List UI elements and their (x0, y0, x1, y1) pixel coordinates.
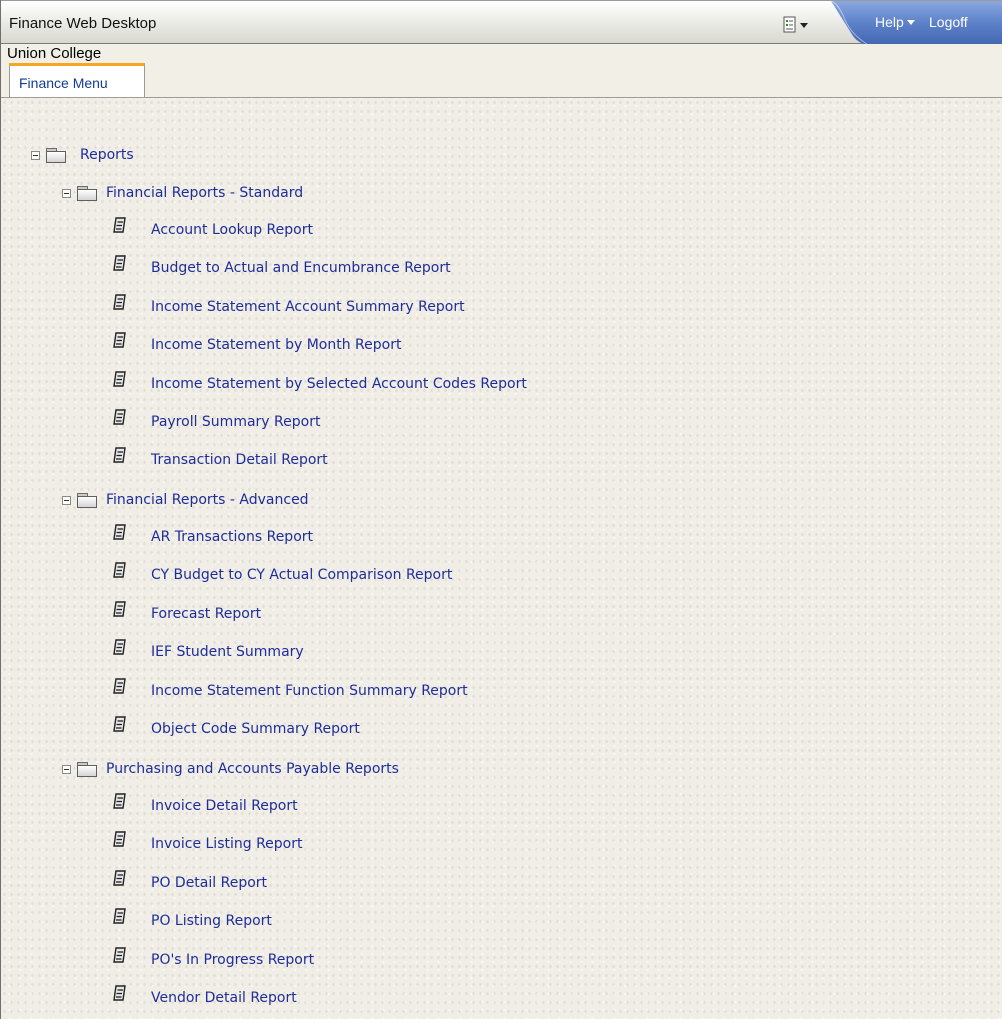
report-link[interactable]: CY Budget to CY Actual Comparison Report (151, 567, 452, 583)
report-item[interactable]: Payroll Summary Report (113, 409, 320, 435)
report-item[interactable]: PO's In Progress Report (113, 947, 314, 973)
report-link[interactable]: PO Detail Report (151, 875, 267, 891)
tree-node-label[interactable]: Purchasing and Accounts Payable Reports (106, 761, 399, 777)
report-item[interactable]: Transaction Detail Report (113, 447, 328, 473)
report-item[interactable]: Income Statement by Month Report (113, 332, 401, 358)
report-scroll-icon (113, 678, 126, 694)
report-scroll-icon (113, 831, 126, 847)
tree-node-financial-reports-advanced[interactable]: Financial Reports - Advanced (62, 488, 309, 512)
help-menu[interactable]: Help (875, 14, 904, 30)
document-menu-icon[interactable] (782, 16, 816, 34)
report-item[interactable]: Income Statement by Selected Account Cod… (113, 371, 527, 397)
report-link[interactable]: PO Listing Report (151, 913, 272, 929)
report-item[interactable]: Invoice Listing Report (113, 831, 302, 857)
organization-name: Union College (7, 45, 102, 62)
finance-web-desktop-window: Finance Web Desktop Help Logoff Union Co… (0, 0, 1002, 1019)
report-item[interactable]: Income Statement Function Summary Report (113, 678, 468, 704)
report-link[interactable]: Transaction Detail Report (151, 452, 328, 468)
report-link[interactable]: Forecast Report (151, 606, 261, 622)
report-link[interactable]: Account Lookup Report (151, 222, 313, 238)
report-item[interactable]: PO Listing Report (113, 908, 272, 934)
folder-icon (77, 185, 97, 201)
report-item[interactable]: Forecast Report (113, 601, 261, 627)
report-link[interactable]: Invoice Listing Report (151, 836, 302, 852)
collapse-toggle-icon[interactable] (62, 764, 71, 774)
logoff-link[interactable]: Logoff (929, 14, 968, 30)
report-tree-panel: Reports Financial Reports - Standard Acc… (1, 98, 1002, 1019)
report-item[interactable]: IEF Student Summary (113, 639, 304, 665)
folder-icon (77, 761, 97, 777)
report-scroll-icon (113, 870, 126, 886)
report-link[interactable]: Payroll Summary Report (151, 414, 320, 430)
tree-node-purchasing-and-accounts-payable[interactable]: Purchasing and Accounts Payable Reports (62, 757, 399, 781)
header-accent (831, 1, 1002, 44)
report-scroll-icon (113, 639, 126, 655)
report-scroll-icon (113, 217, 126, 233)
report-link[interactable]: IEF Student Summary (151, 644, 304, 660)
tree-node-label[interactable]: Reports (80, 147, 134, 163)
app-title: Finance Web Desktop (9, 15, 157, 32)
collapse-toggle-icon[interactable] (62, 188, 71, 198)
tab-finance-menu[interactable]: Finance Menu (9, 63, 145, 97)
report-scroll-icon (113, 255, 126, 271)
report-item[interactable]: PO Detail Report (113, 870, 267, 896)
report-scroll-icon (113, 908, 126, 924)
report-scroll-icon (113, 562, 126, 578)
report-item[interactable]: Income Statement Account Summary Report (113, 294, 465, 320)
report-link[interactable]: Income Statement by Selected Account Cod… (151, 376, 527, 392)
top-bar: Finance Web Desktop Help Logoff (1, 0, 1002, 44)
report-link[interactable]: Vendor Detail Report (151, 990, 297, 1006)
report-scroll-icon (113, 332, 126, 348)
report-link[interactable]: Income Statement Function Summary Report (151, 683, 468, 699)
report-scroll-icon (113, 447, 126, 463)
report-link[interactable]: Budget to Actual and Encumbrance Report (151, 260, 451, 276)
report-item[interactable]: Vendor Detail Report (113, 985, 297, 1011)
report-scroll-icon (113, 409, 126, 425)
collapse-toggle-icon[interactable] (31, 150, 40, 160)
report-link[interactable]: PO's In Progress Report (151, 952, 314, 968)
chevron-down-icon[interactable] (907, 20, 915, 25)
report-scroll-icon (113, 716, 126, 732)
folder-icon (46, 147, 66, 163)
report-scroll-icon (113, 793, 126, 809)
report-scroll-icon (113, 947, 126, 963)
tree-node-label[interactable]: Financial Reports - Standard (106, 185, 303, 201)
report-item[interactable]: CY Budget to CY Actual Comparison Report (113, 562, 452, 588)
report-item[interactable]: AR Transactions Report (113, 524, 313, 550)
tree-node-label[interactable]: Financial Reports - Advanced (106, 492, 309, 508)
report-item[interactable]: Budget to Actual and Encumbrance Report (113, 255, 451, 281)
report-link[interactable]: Invoice Detail Report (151, 798, 298, 814)
report-scroll-icon (113, 371, 126, 387)
report-scroll-icon (113, 985, 126, 1001)
tree-node-reports[interactable]: Reports (31, 143, 134, 167)
report-link[interactable]: AR Transactions Report (151, 529, 313, 545)
report-item[interactable]: Object Code Summary Report (113, 716, 360, 742)
report-link[interactable]: Income Statement by Month Report (151, 337, 401, 353)
report-link[interactable]: Income Statement Account Summary Report (151, 299, 465, 315)
report-scroll-icon (113, 524, 126, 540)
report-scroll-icon (113, 601, 126, 617)
report-item[interactable]: Account Lookup Report (113, 217, 313, 243)
report-item[interactable]: Invoice Detail Report (113, 793, 298, 819)
report-link[interactable]: Object Code Summary Report (151, 721, 360, 737)
tree-node-financial-reports-standard[interactable]: Financial Reports - Standard (62, 181, 303, 205)
collapse-toggle-icon[interactable] (62, 495, 71, 505)
folder-icon (77, 492, 97, 508)
report-scroll-icon (113, 294, 126, 310)
